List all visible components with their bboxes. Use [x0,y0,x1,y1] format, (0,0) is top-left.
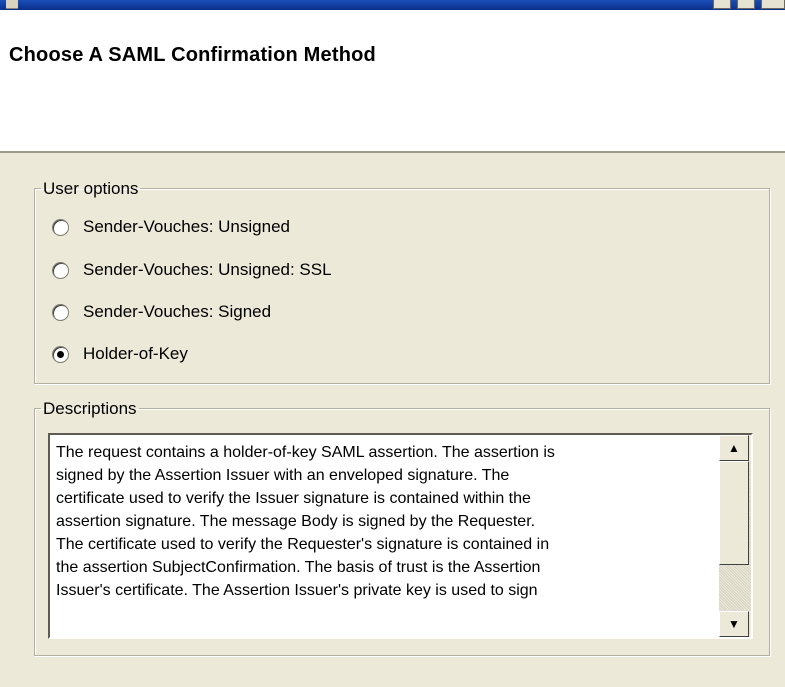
descriptions-legend: Descriptions [43,399,137,418]
maximize-button[interactable] [737,0,755,9]
option-label: Sender-Vouches: Unsigned: SSL [83,260,332,279]
user-options-legend: User options [43,179,139,198]
option-sender-vouches-signed[interactable]: Sender-Vouches: Signed [52,301,382,323]
scroll-down-arrow-icon: ▼ [728,617,740,631]
close-button[interactable] [761,0,785,9]
radio-sender-vouches-signed[interactable] [52,303,69,321]
description-textarea[interactable]: The request contains a holder-of-key SAM… [48,433,753,639]
vertical-scrollbar[interactable]: ▲ ▼ [719,435,751,637]
scroll-up-arrow-icon: ▲ [728,441,740,455]
radio-holder-of-key[interactable] [52,345,69,363]
scroll-up-button[interactable]: ▲ [719,435,749,461]
description-text: The request contains a holder-of-key SAM… [56,444,555,599]
title-bar [0,0,785,10]
minimize-button[interactable] [713,0,731,9]
scroll-thumb[interactable] [719,461,749,565]
option-label: Sender-Vouches: Signed [83,302,272,321]
radio-sender-vouches-unsigned-ssl[interactable] [52,261,69,279]
option-holder-of-key[interactable]: Holder-of-Key [52,343,382,365]
app-icon [6,0,18,9]
option-sender-vouches-unsigned-ssl[interactable]: Sender-Vouches: Unsigned: SSL [52,259,382,281]
scroll-down-button[interactable]: ▼ [719,611,749,637]
option-sender-vouches-unsigned[interactable]: Sender-Vouches: Unsigned [52,216,382,238]
option-label: Sender-Vouches: Unsigned [83,217,290,236]
radio-sender-vouches-unsigned[interactable] [52,218,69,236]
page-title: Choose A SAML Confirmation Method [9,44,376,66]
option-label: Holder-of-Key [83,344,188,363]
wizard-header: Choose A SAML Confirmation Method [0,10,785,153]
